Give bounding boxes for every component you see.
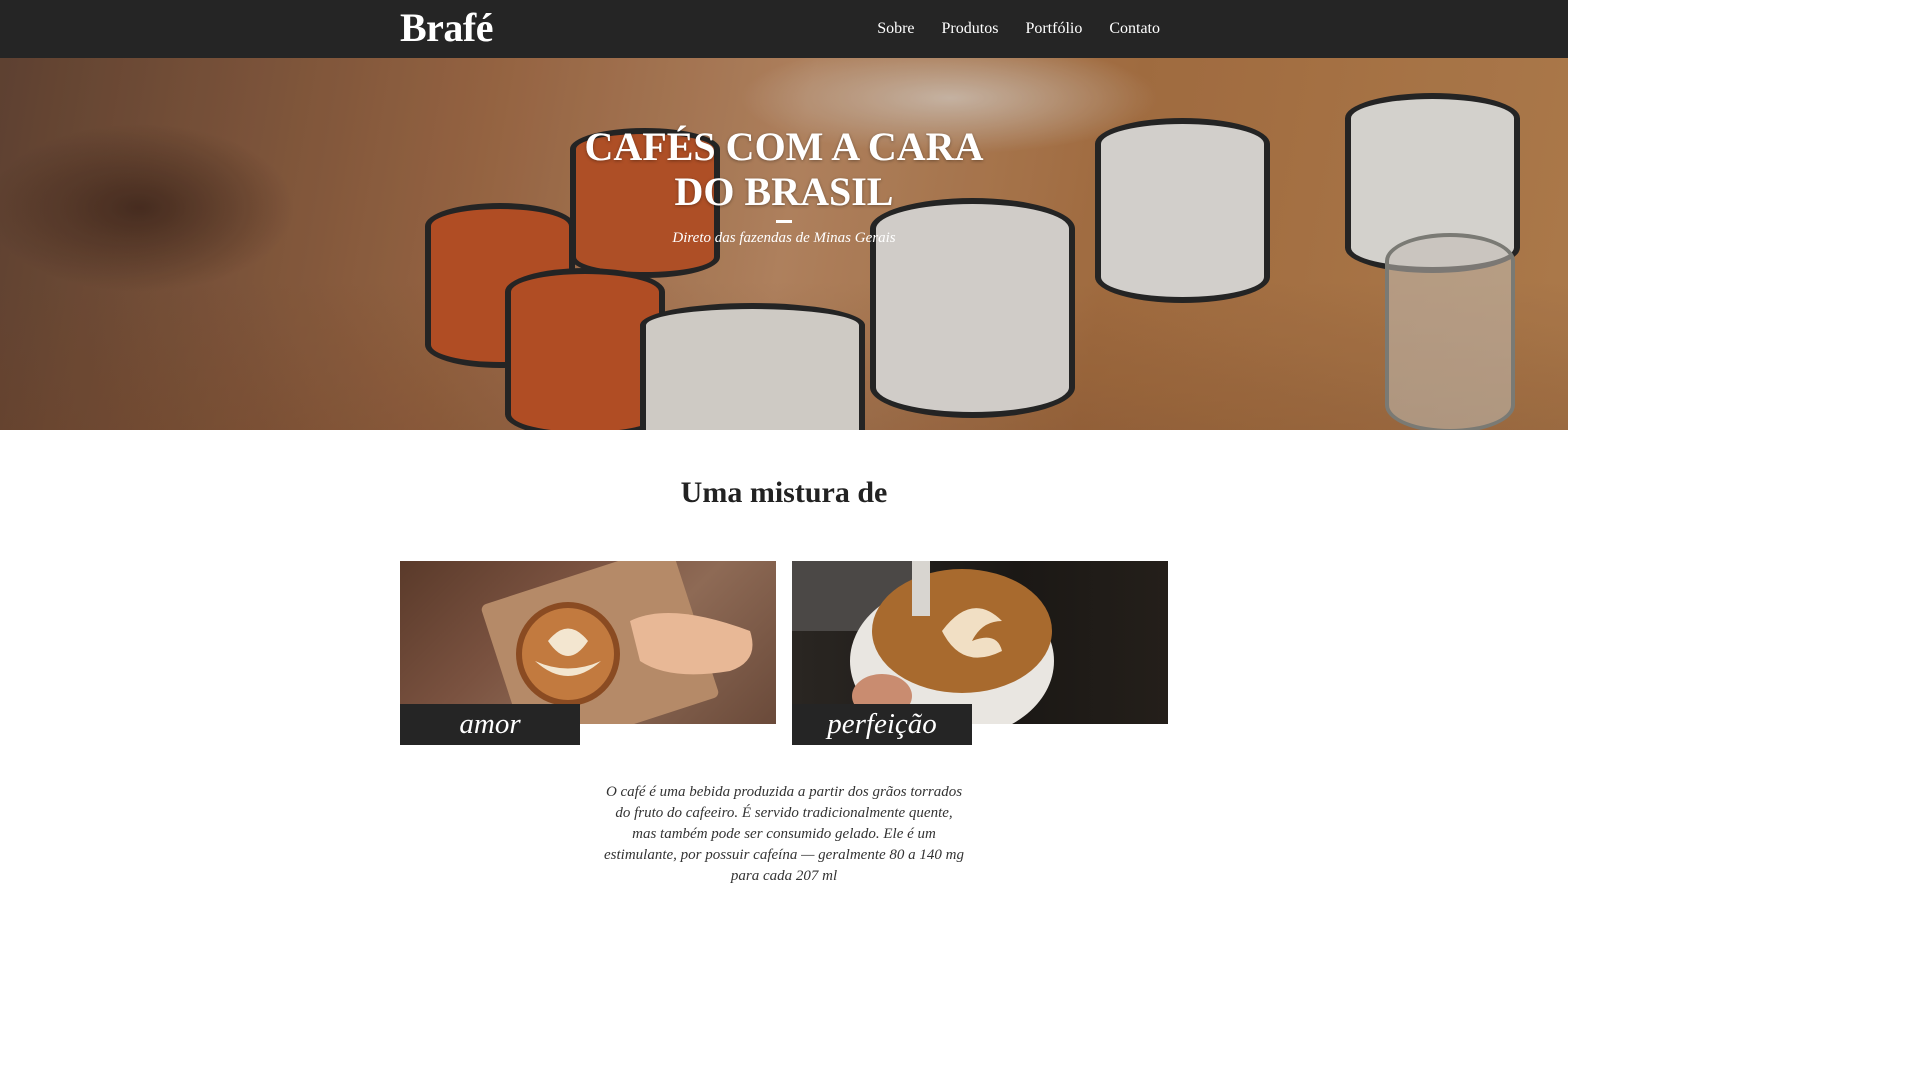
card-label-perfeicao: perfeição	[792, 704, 972, 745]
nav-link-produtos[interactable]: Produtos	[942, 20, 999, 38]
hero-title: CAFÉS COM A CARA DO BRASIL	[544, 124, 1024, 214]
latte-pour-image	[792, 561, 1054, 724]
nav-link-portfolio[interactable]: Portfólio	[1025, 20, 1082, 38]
top-navbar: Brafé Sobre Produtos Portfólio Contato	[0, 0, 1568, 58]
nav-link-sobre[interactable]: Sobre	[877, 20, 914, 38]
section-paragraph: O café é uma bebida produzida a partir d…	[604, 784, 964, 884]
hero-title-line-1: CAFÉS COM A CARA	[584, 124, 984, 169]
card-image-amor	[400, 561, 776, 724]
latte-art-image	[481, 561, 753, 724]
nav-link-contato[interactable]: Contato	[1109, 20, 1160, 38]
section-title: Uma mistura de	[680, 476, 888, 509]
brand-logo[interactable]: Brafé	[400, 6, 494, 50]
hero-subtitle: Direto das fazendas de Minas Gerais	[672, 230, 896, 246]
card-label-amor: amor	[400, 704, 580, 745]
hero-title-line-2: DO BRASIL	[674, 169, 894, 214]
card-image-perfeicao	[792, 561, 1168, 724]
main-nav: Sobre Produtos Portfólio Contato	[877, 0, 1160, 58]
hero-divider	[776, 220, 792, 223]
